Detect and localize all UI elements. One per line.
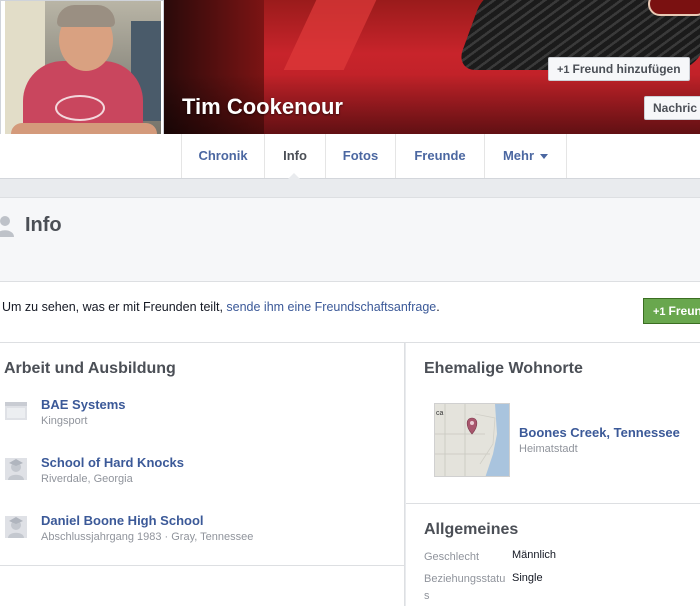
work-item-detail: Riverdale, Georgia [41, 473, 133, 485]
add-friend-label: Freund hinzufügen [572, 62, 681, 76]
place-item-name[interactable]: Boones Creek, Tennessee [519, 425, 680, 440]
relationship-value: Single [512, 572, 543, 584]
add-friend-green-label: Freund [668, 304, 700, 318]
work-item-name[interactable]: School of Hard Knocks [41, 455, 184, 470]
add-friend-icon: +1 [557, 64, 570, 76]
info-header: Info [0, 197, 700, 281]
car-badge [648, 0, 700, 16]
tab-freunde[interactable]: Freunde [396, 134, 485, 178]
add-friend-button[interactable]: +1 Freund hinzufügen [548, 57, 690, 81]
gender-value: Männlich [512, 549, 557, 561]
add-friend-green-icon: +1 [653, 306, 666, 318]
chevron-down-icon [540, 154, 549, 160]
friend-request-text-end: . [436, 300, 440, 314]
graduation-icon [5, 458, 27, 480]
profile-page: Tim Cookenour +1 Freund hinzufügen Nachri… [0, 0, 700, 606]
list-item: BAE Systems Kingsport [0, 397, 400, 441]
photo-shirt-logo [55, 95, 105, 121]
general-section-title: Allgemeines [424, 521, 519, 538]
photo-hair [57, 5, 115, 27]
places-section-title: Ehemalige Wohnorte [424, 360, 583, 377]
work-item-name[interactable]: BAE Systems [41, 397, 126, 412]
friend-request-message: Um zu sehen, was er mit Freunden teilt, … [2, 300, 440, 314]
message-button[interactable]: Nachric [644, 96, 700, 120]
place-map[interactable]: ca [434, 403, 510, 477]
tab-info[interactable]: Info [265, 134, 326, 178]
map-image: ca [435, 404, 509, 476]
work-item-detail: Abschlussjahrgang 1983 · Gray, Tennessee [41, 531, 254, 543]
work-education-section: Arbeit und Ausbildung BAE Systems Kingsp… [0, 343, 405, 606]
section-divider [0, 565, 405, 566]
tab-mehr[interactable]: Mehr [485, 134, 567, 178]
active-tab-pointer [288, 173, 300, 179]
friend-request-text: Um zu sehen, was er mit Freunden teilt, [2, 300, 227, 314]
work-item-detail: Kingsport [41, 415, 88, 427]
message-label: Nachric [653, 101, 698, 115]
page-title: Info [25, 214, 62, 236]
tab-chronik[interactable]: Chronik [181, 134, 265, 178]
section-divider [406, 503, 700, 504]
relationship-label: Beziehungsstatus [424, 573, 506, 602]
work-item-name[interactable]: Daniel Boone High School [41, 513, 204, 528]
friend-request-link[interactable]: sende ihm eine Freundschaftsanfrage [226, 300, 436, 314]
map-label: ca [436, 410, 444, 417]
friend-request-strip: Um zu sehen, was er mit Freunden teilt, … [0, 281, 700, 343]
person-icon [0, 216, 14, 237]
briefcase-icon [5, 402, 27, 420]
graduation-icon [5, 516, 27, 538]
profile-tabs: Chronik Info Fotos Freunde Mehr [0, 134, 700, 179]
gender-label: Geschlecht [424, 551, 480, 563]
add-friend-green-button[interactable]: +1Freund [643, 298, 700, 324]
list-item: School of Hard Knocks Riverdale, Georgia [0, 455, 400, 499]
tab-mehr-label: Mehr [502, 148, 535, 163]
profile-name[interactable]: Tim Cookenour [182, 94, 343, 120]
place-item-detail: Heimatstadt [519, 443, 578, 455]
list-item: Daniel Boone High School Abschlussjahrga… [0, 513, 400, 557]
tab-fotos[interactable]: Fotos [326, 134, 396, 178]
work-section-title: Arbeit und Ausbildung [4, 360, 176, 377]
cover-highlight [283, 0, 377, 70]
